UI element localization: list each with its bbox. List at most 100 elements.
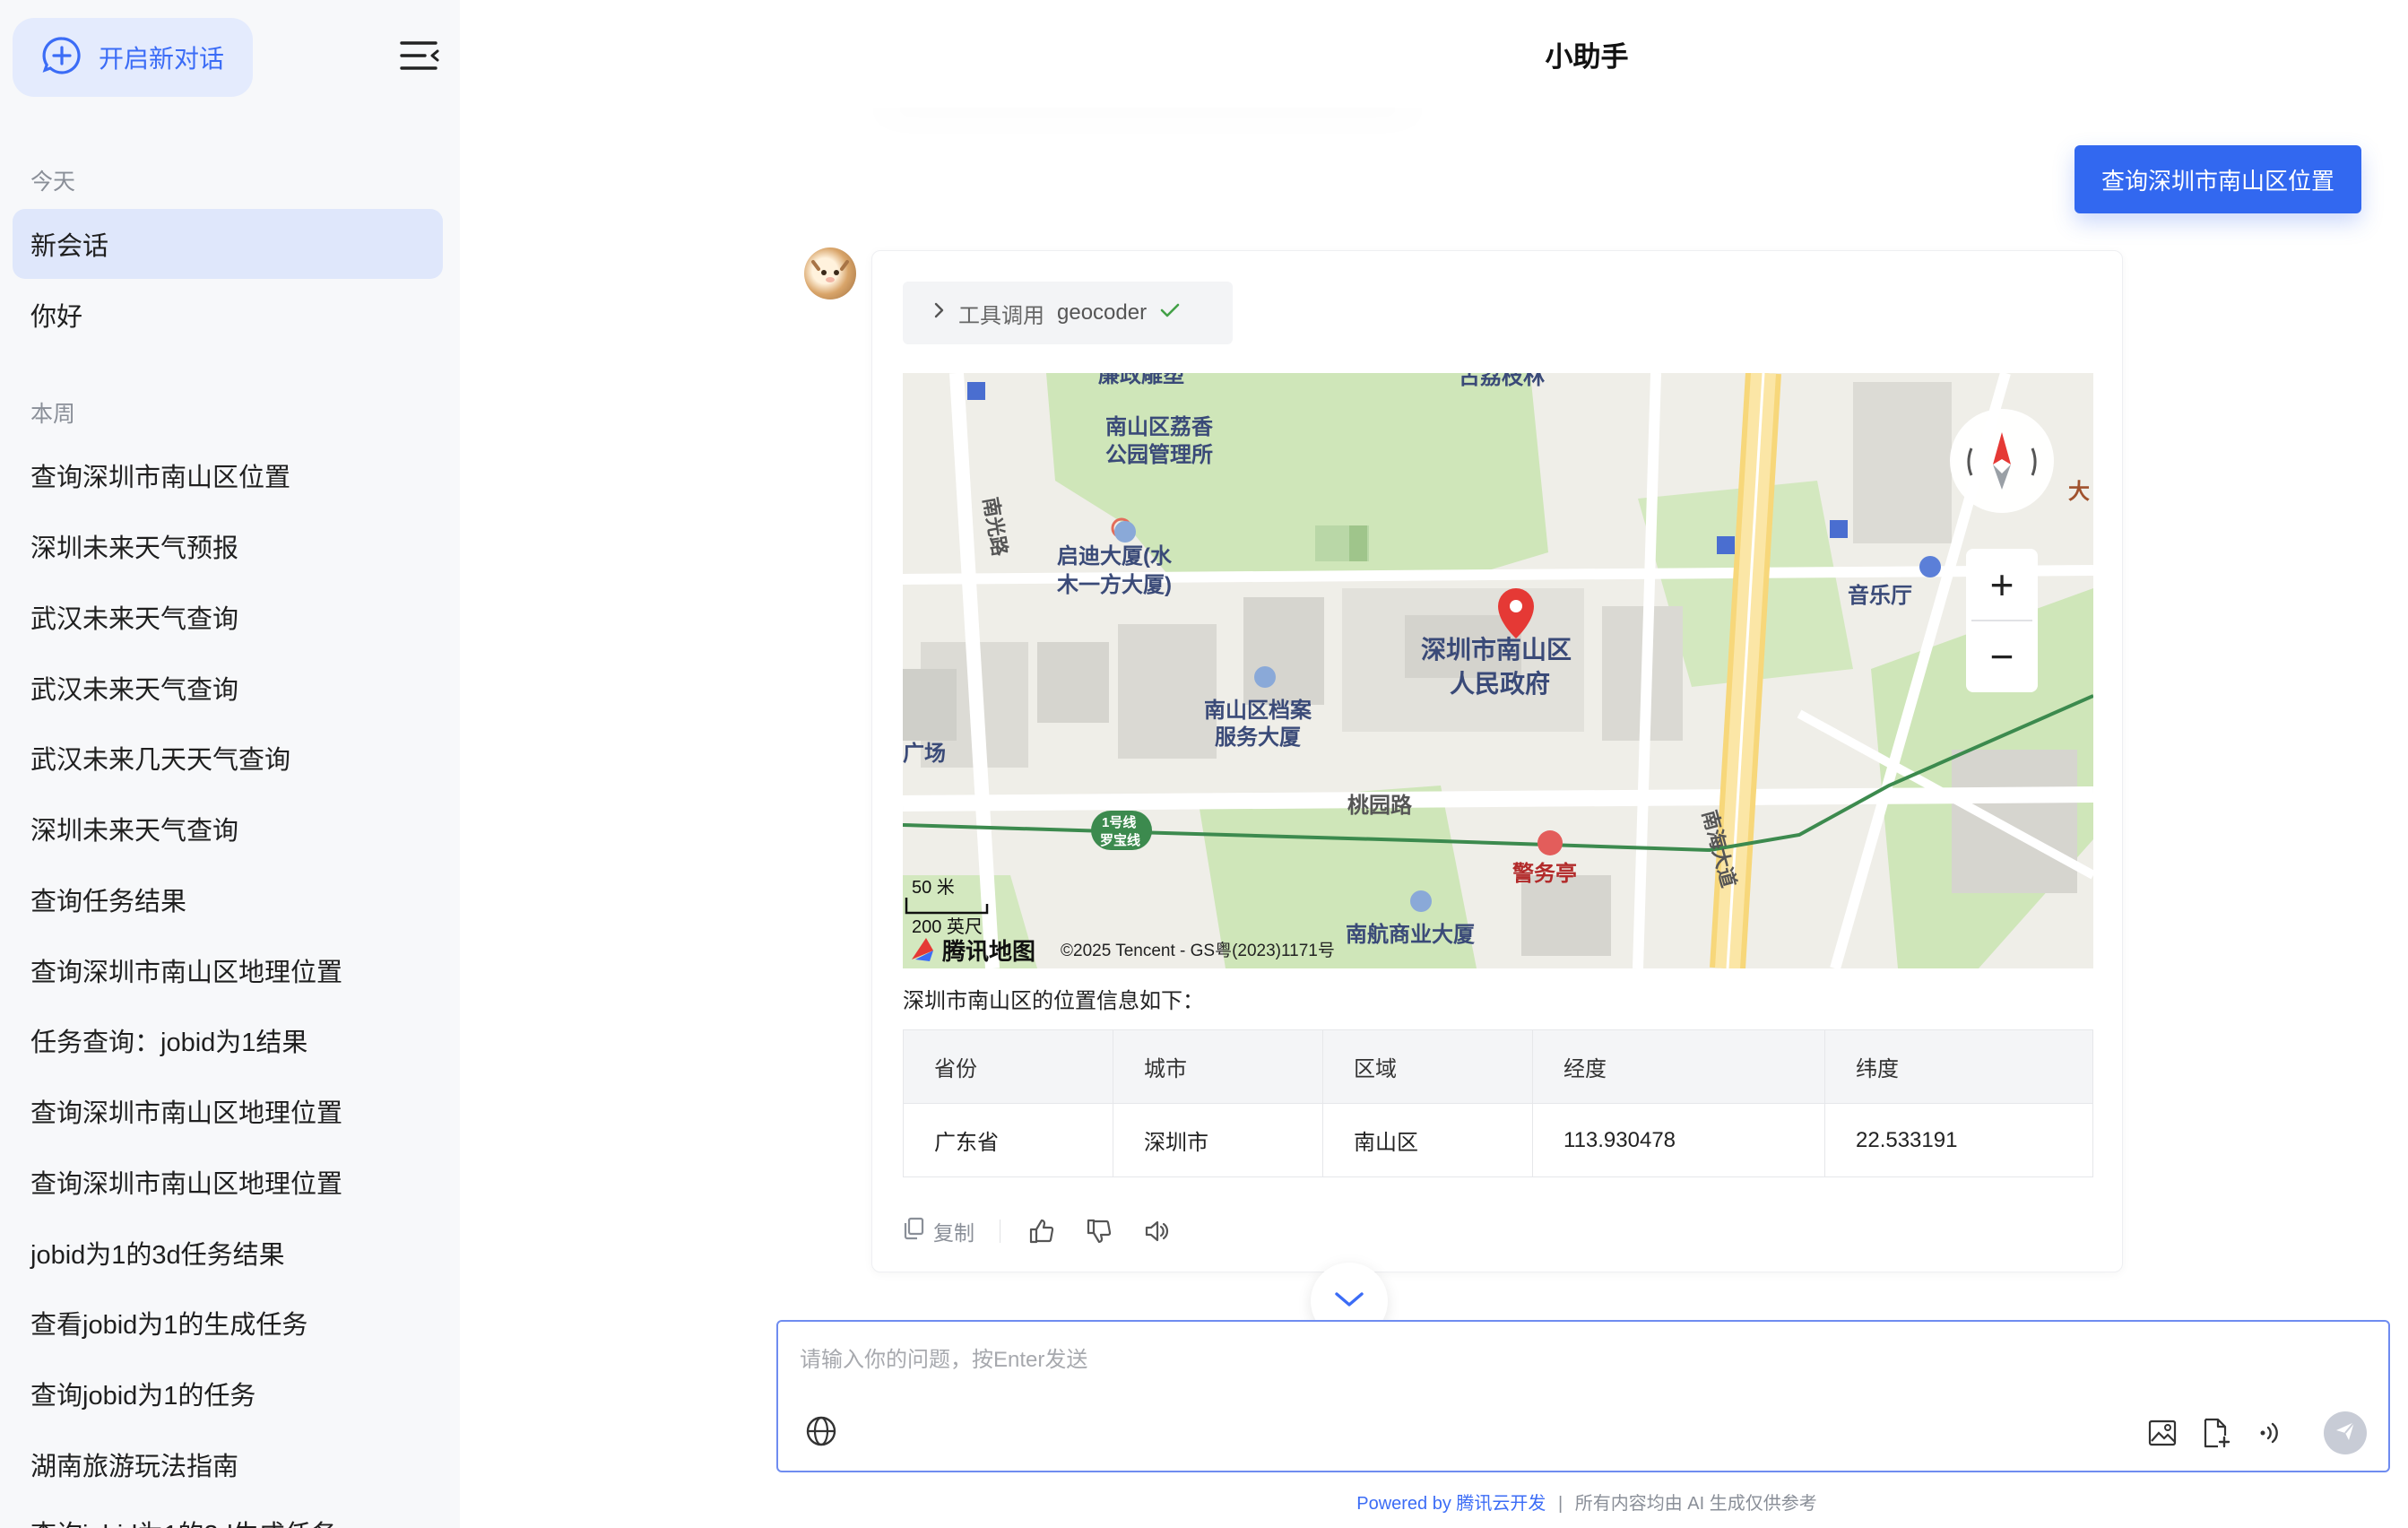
map-logo-text: 腾讯地图 — [942, 938, 1035, 965]
conversation-item[interactable]: 湖南旅游玩法指南 — [13, 1429, 443, 1499]
metro-label: 罗宝线 — [1100, 832, 1140, 848]
table-header: 省份 — [903, 1029, 1113, 1104]
sidebar: 开启新对话 今天 新会话 你好 本周 查询深圳市南山区位置 深圳未来天气预报 武… — [0, 0, 460, 1528]
map-copyright: ©2025 Tencent - GS粤(2023)1171号 — [1061, 941, 1335, 960]
map-label: 南山区荔香 — [1105, 415, 1214, 439]
map-building — [1118, 624, 1217, 759]
conversation-item[interactable]: 你好 — [13, 280, 443, 350]
map-building — [1952, 750, 2077, 893]
new-chat-label: 开启新对话 — [99, 45, 225, 73]
voice-input-icon[interactable] — [2252, 1415, 2288, 1451]
location-result-table: 省份 城市 区域 经度 纬度 广东省 深圳市 南山区 113.930478 22… — [903, 1029, 2093, 1177]
map-label-government: 人民政府 — [1450, 669, 1550, 698]
conversation-item[interactable]: 武汉未来几天天气查询 — [13, 723, 443, 793]
conversation-item[interactable]: 查询深圳市南山区地理位置 — [13, 1076, 443, 1146]
conversation-item[interactable]: 查询任务结果 — [13, 864, 443, 934]
conversation-item[interactable]: 查询jobid为1的任务 — [13, 1359, 443, 1428]
conversation-item[interactable]: 查询深圳市南山区位置 — [13, 440, 443, 510]
table-cell: 22.533191 — [1824, 1103, 2093, 1177]
powered-by-link[interactable]: 腾讯云开发 — [1456, 1494, 1546, 1514]
office-poi-icon — [1410, 890, 1432, 912]
music-poi-icon — [1919, 556, 1941, 577]
thumbs-up-icon[interactable] — [1026, 1215, 1058, 1247]
copy-label: 复制 — [933, 1221, 974, 1245]
map-building — [1521, 875, 1611, 956]
footer-separator: | — [1557, 1494, 1563, 1514]
footer: Powered by 腾讯云开发 | 所有内容均由 AI 生成仅供参考 — [986, 1489, 2187, 1515]
result-caption: 深圳市南山区的位置信息如下： — [903, 989, 1204, 1013]
image-upload-icon[interactable] — [2144, 1415, 2180, 1451]
assistant-avatar — [804, 247, 856, 300]
office-poi-icon — [1114, 521, 1136, 543]
map-label: 音乐厅 — [1848, 583, 1912, 608]
copy-button[interactable]: 复制 — [903, 1216, 974, 1246]
conversation-item[interactable]: 新会话 — [13, 209, 443, 279]
map-label: 桃园路 — [1347, 793, 1413, 818]
conversation-item[interactable]: 查询jobid为1的3d生成任务 — [13, 1498, 443, 1528]
conversation-item[interactable]: 武汉未来天气查询 — [13, 653, 443, 723]
map-label-police: 警务亭 — [1511, 861, 1577, 886]
conversation-item[interactable]: 武汉未来天气查询 — [13, 582, 443, 652]
new-chat-button[interactable]: 开启新对话 — [13, 18, 253, 97]
map-building — [1853, 382, 1952, 543]
copy-icon — [903, 1217, 924, 1246]
conversation-item[interactable]: 查询深圳市南山区地理位置 — [13, 935, 443, 1005]
office-poi-icon — [1254, 666, 1276, 688]
map-building — [1243, 597, 1324, 705]
conversation-item[interactable]: jobid为1的3d任务结果 — [13, 1218, 443, 1288]
bus-stop-icon — [967, 382, 985, 400]
metro-label: 1号线 — [1102, 814, 1136, 830]
zoom-in-button[interactable]: + — [1966, 549, 2038, 621]
map-canvas: 廉政雕塑 古荔枝林 南山区荔香 公园管理所 启迪大厦(水 木一方大厦) 南山区档… — [903, 373, 2093, 968]
message-actions: 复制 — [903, 1209, 1198, 1254]
table-header: 城市 — [1113, 1029, 1323, 1104]
location-pin-icon — [1510, 600, 1522, 612]
globe-icon[interactable] — [805, 1415, 841, 1451]
police-poi-icon — [1537, 830, 1563, 855]
message-composer — [776, 1320, 2390, 1472]
map-label: 大 — [2068, 480, 2090, 504]
conversation-item[interactable]: 查询深圳市南山区地理位置 — [13, 1147, 443, 1217]
map-road — [903, 786, 2093, 812]
table-header: 区域 — [1322, 1029, 1533, 1104]
map-building — [903, 669, 957, 741]
zoom-out-button[interactable]: − — [1966, 621, 2038, 692]
section-title-today: 今天 — [30, 169, 76, 195]
sidebar-collapse-icon[interactable] — [400, 39, 439, 72]
bus-stop-icon — [1830, 520, 1848, 538]
send-icon — [2334, 1419, 2357, 1447]
footer-disclaimer: 所有内容均由 AI 生成仅供参考 — [1574, 1494, 1817, 1514]
table-row: 广东省 深圳市 南山区 113.930478 22.533191 — [903, 1103, 2093, 1177]
add-chat-icon — [41, 35, 82, 81]
send-button[interactable] — [2324, 1411, 2367, 1454]
map-label: 启迪大厦(水 — [1057, 543, 1173, 569]
map-label: 服务大厦 — [1215, 725, 1301, 750]
location-map[interactable]: 廉政雕塑 古荔枝林 南山区荔香 公园管理所 启迪大厦(水 木一方大厦) 南山区档… — [903, 373, 2093, 968]
page-title: 小助手 — [1545, 41, 1629, 73]
header-divider — [861, 72, 1434, 108]
chevron-down-icon — [1334, 1290, 1364, 1313]
table-header-row: 省份 城市 区域 经度 纬度 — [903, 1029, 2093, 1104]
tool-call-toggle[interactable]: 工具调用 geocoder — [903, 282, 1233, 344]
message-input[interactable] — [800, 1341, 2324, 1395]
powered-by-prefix: Powered by — [1356, 1494, 1451, 1514]
speaker-icon[interactable] — [1140, 1215, 1173, 1247]
assistant-message-card: 工具调用 geocoder 廉政雕塑 古荔枝林 南山区荔香 公园管理所 启迪大厦… — [871, 250, 2123, 1272]
conversation-item[interactable]: 深圳未来天气查询 — [13, 794, 443, 864]
table-cell: 广东省 — [903, 1103, 1113, 1177]
scale-metric: 50 米 — [912, 877, 955, 898]
conversation-item[interactable]: 深圳未来天气预报 — [13, 511, 443, 581]
thumbs-down-icon[interactable] — [1083, 1215, 1115, 1247]
compass-control[interactable] — [1950, 409, 2054, 513]
table-cell: 深圳市 — [1113, 1103, 1323, 1177]
map-label: 南航商业大厦 — [1346, 922, 1475, 947]
map-label: 南山区档案 — [1204, 698, 1312, 723]
conversation-item[interactable]: 任务查询：jobid为1结果 — [13, 1005, 443, 1075]
tool-call-name: geocoder — [1057, 300, 1148, 325]
user-message: 查询深圳市南山区位置 — [2075, 145, 2361, 213]
conversation-item[interactable]: 查看jobid为1的生成任务 — [13, 1288, 443, 1358]
file-upload-icon[interactable] — [2198, 1415, 2234, 1451]
tool-call-label: 工具调用 — [958, 303, 1044, 328]
map-label: 木一方大厦) — [1056, 572, 1172, 597]
section-title-this-week: 本周 — [30, 402, 76, 427]
